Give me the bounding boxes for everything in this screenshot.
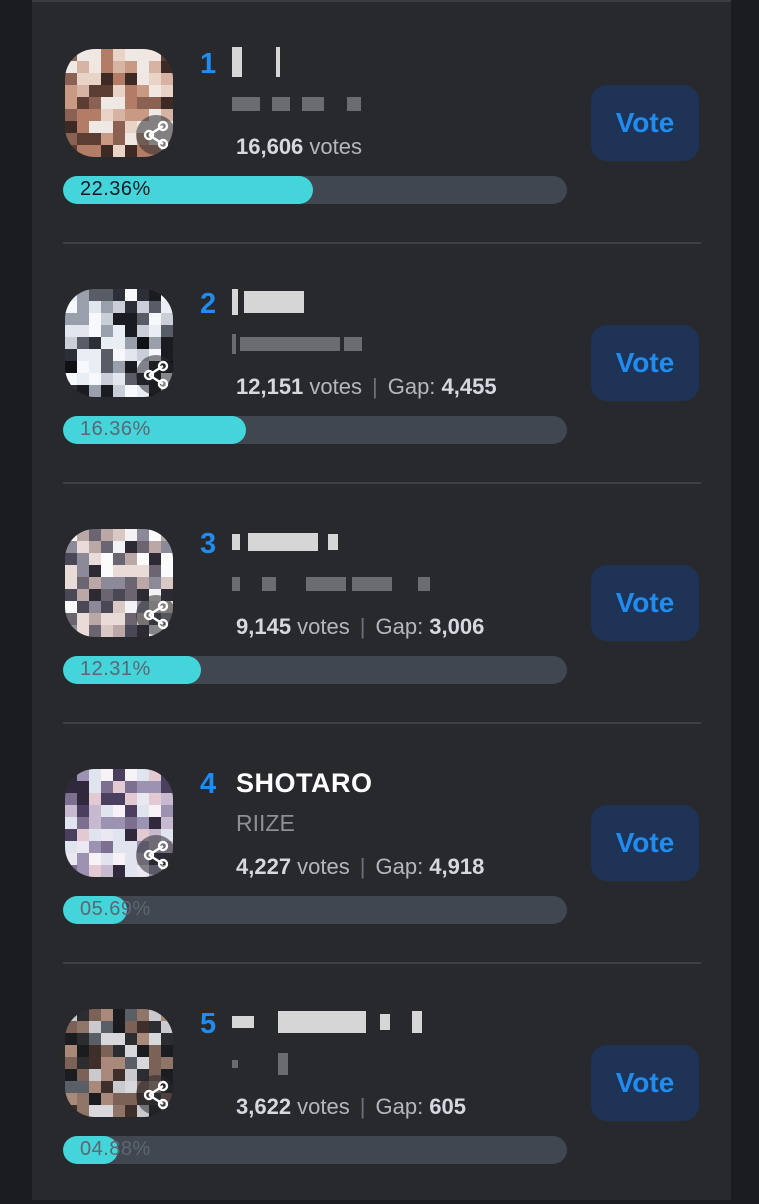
redacted-group-block [232,97,260,111]
redacted-name-block [380,1014,390,1030]
ranking-entry: 1 16,606 votes Vote 22.36% [32,4,731,244]
redacted-group-block [344,337,362,351]
redacted-group-block [302,97,324,111]
redacted-group-block [232,577,240,591]
rank-number: 4 [200,768,217,800]
gap-value: 3,006 [429,614,485,639]
redacted-name-block [244,291,304,313]
share-icon[interactable] [135,354,177,396]
gap-label: Gap: [375,614,430,639]
votes-suffix: votes [291,1094,350,1119]
redacted-group-block [232,334,236,354]
rank-number: 3 [200,528,217,560]
gap-value: 4,918 [429,854,485,879]
redacted-group-block [262,577,276,591]
vote-progress-bar: 22.36% [63,176,567,204]
vote-stats: 16,606 votes [236,134,362,160]
share-icon[interactable] [135,834,177,876]
gap-label: Gap: [375,854,430,879]
votes-suffix: votes [291,614,350,639]
vote-percentage: 05.69% [80,898,151,920]
votes-suffix: votes [303,374,362,399]
votes-suffix: votes [303,134,362,159]
ranking-list: 1 16,606 votes Vote 22.36% 2 12,151 votes | Gap… [32,0,731,1200]
votes-suffix: votes [291,854,350,879]
redacted-group-block [272,97,290,111]
vote-stats: 9,145 votes | Gap: 3,006 [236,614,484,640]
share-icon[interactable] [135,114,177,156]
redacted-name-block [328,534,338,550]
redacted-name-block [232,534,240,550]
rank-number: 2 [200,288,217,320]
rank-number: 1 [200,48,217,80]
ranking-entry: 3 9,145 votes | Gap: 3,006 Vote 12.31% [32,484,731,724]
redacted-group-block [278,1053,288,1075]
vote-button[interactable]: Vote [591,85,699,161]
gap-value: 605 [429,1094,467,1119]
vote-count: 4,227 [236,854,292,879]
vote-percentage: 04.88% [80,1138,151,1160]
redacted-group-block [240,337,340,351]
vote-button[interactable]: Vote [591,325,699,401]
vote-count: 9,145 [236,614,292,639]
vote-progress-bar: 12.31% [63,656,567,684]
vote-stats: 3,622 votes | Gap: 605 [236,1094,466,1120]
redacted-name-block [232,289,238,315]
redacted-group-block [232,1060,238,1068]
stats-separator: | [359,1094,366,1119]
redacted-group-block [347,97,361,111]
vote-count: 3,622 [236,1094,292,1119]
vote-percentage: 22.36% [80,178,151,200]
gap-value: 4,455 [441,374,497,399]
redacted-name-block [412,1011,422,1033]
ranking-entry: 4 SHOTARO RIIZE 4,227 votes | Gap: 4,918 Vote 0… [32,724,731,964]
redacted-name-block [276,47,280,77]
vote-button[interactable]: Vote [591,1045,699,1121]
vote-stats: 12,151 votes | Gap: 4,455 [236,374,497,400]
rank-number: 5 [200,1008,217,1040]
vote-stats: 4,227 votes | Gap: 4,918 [236,854,484,880]
vote-progress-bar: 16.36% [63,416,567,444]
redacted-group-block [418,577,430,591]
share-icon[interactable] [135,594,177,636]
stats-separator: | [359,614,366,639]
redacted-name-block [248,533,318,551]
redacted-name-block [232,1016,254,1028]
vote-count: 12,151 [236,374,304,399]
gap-label: Gap: [387,374,442,399]
stats-separator: | [372,374,378,399]
candidate-group: RIIZE [236,810,295,836]
vote-button[interactable]: Vote [591,805,699,881]
redacted-group-block [306,577,346,591]
vote-progress-bar: 05.69% [63,896,567,924]
ranking-entry: 2 12,151 votes | Gap: 4,455 Vote 16.36% [32,244,731,484]
vote-percentage: 16.36% [80,418,151,440]
vote-percentage: 12.31% [80,658,151,680]
redacted-name-block [232,47,242,77]
redacted-name-block [278,1011,366,1033]
candidate-name: SHOTARO [236,768,373,798]
share-icon[interactable] [135,1074,177,1116]
gap-label: Gap: [375,1094,430,1119]
vote-button[interactable]: Vote [591,565,699,641]
vote-progress-bar: 04.88% [63,1136,567,1164]
stats-separator: | [359,854,366,879]
vote-count: 16,606 [236,134,304,159]
ranking-entry: 5 3,622 votes | Gap: 605 Vote 04.88% [32,964,731,1204]
redacted-group-block [352,577,392,591]
